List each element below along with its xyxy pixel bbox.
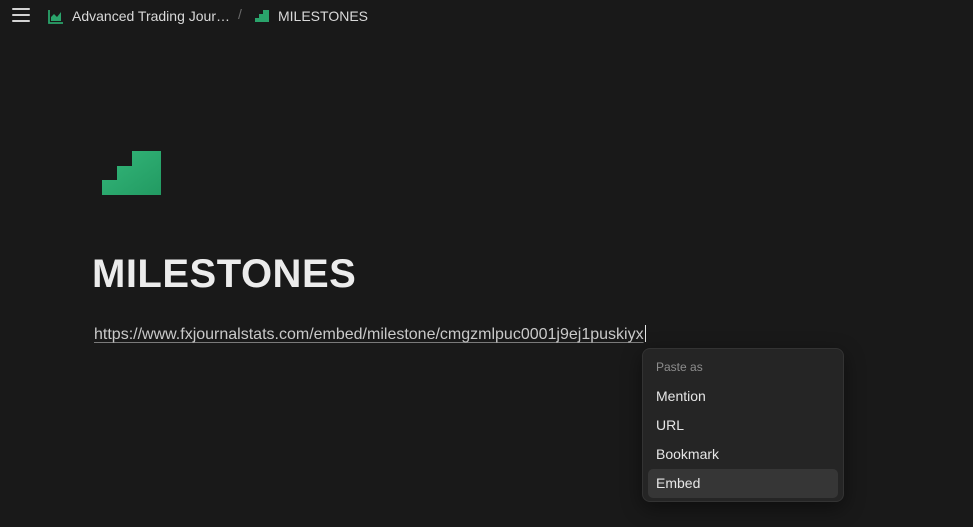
stairs-icon (254, 8, 270, 24)
chart-icon (48, 8, 64, 24)
paste-as-mention[interactable]: Mention (648, 382, 838, 411)
paste-as-header: Paste as (656, 360, 703, 374)
paste-as-url[interactable]: URL (648, 411, 838, 440)
paste-as-bookmark[interactable]: Bookmark (648, 440, 838, 469)
top-bar: Advanced Trading Jour… / MILESTONES (0, 0, 973, 31)
breadcrumb-page[interactable]: MILESTONES (254, 6, 368, 26)
sidebar-toggle-button[interactable] (12, 5, 32, 25)
text-cursor (644, 325, 646, 342)
breadcrumb-page-label: MILESTONES (278, 8, 368, 24)
breadcrumb-workspace-label: Advanced Trading Jour… (72, 8, 230, 24)
pasted-url-block[interactable]: https://www.fxjournalstats.com/embed/mil… (94, 325, 646, 344)
paste-as-embed[interactable]: Embed (648, 469, 838, 498)
page-title[interactable]: MILESTONES (92, 252, 356, 297)
breadcrumb-separator: / (238, 6, 242, 22)
page-icon-stairs[interactable] (102, 150, 162, 196)
menu-icon-line (12, 20, 30, 22)
paste-as-menu: Paste as Mention URL Bookmark Embed (642, 348, 844, 502)
menu-icon-line (12, 8, 30, 10)
menu-icon-line (12, 14, 30, 16)
pasted-url-text: https://www.fxjournalstats.com/embed/mil… (94, 326, 644, 343)
breadcrumb-workspace[interactable]: Advanced Trading Jour… (48, 6, 230, 26)
